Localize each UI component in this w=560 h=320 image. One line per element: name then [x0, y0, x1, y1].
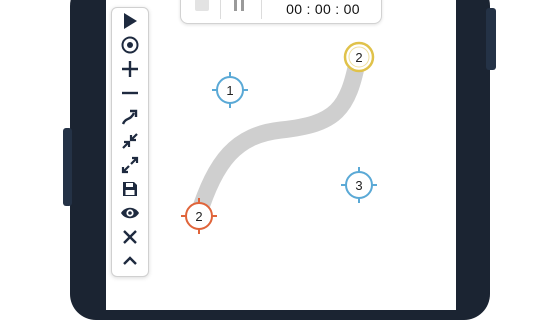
close-icon	[123, 230, 137, 244]
save-button[interactable]	[117, 179, 143, 199]
route-icon	[121, 109, 138, 125]
play-button[interactable]	[117, 11, 143, 31]
waypoint-label: 2	[195, 209, 202, 224]
play-icon	[124, 13, 137, 29]
waypoint-label: 3	[355, 178, 362, 193]
collapse-button[interactable]	[117, 131, 143, 151]
expand-icon	[121, 156, 139, 174]
waypoint-marker-3[interactable]: 3	[341, 167, 377, 203]
target-icon	[121, 36, 139, 54]
waypoint-label: 2	[355, 50, 362, 65]
phone-power-button	[486, 8, 496, 70]
phone-side-button	[63, 128, 72, 206]
waypoint-marker-1[interactable]: 1	[212, 72, 248, 108]
route-button[interactable]	[117, 107, 143, 127]
waypoint-marker-end[interactable]: 2	[343, 41, 375, 73]
expand-button[interactable]	[117, 155, 143, 175]
save-icon	[123, 182, 137, 196]
target-button[interactable]	[117, 35, 143, 55]
waypoint-marker-start[interactable]: 2	[181, 198, 217, 234]
view-button[interactable]	[117, 203, 143, 223]
collapse-toolbar-button[interactable]	[117, 251, 143, 271]
side-toolbar	[111, 7, 149, 277]
map-canvas[interactable]: 1 2 3 2	[106, 0, 456, 310]
zoom-out-button[interactable]	[117, 83, 143, 103]
collapse-icon	[122, 133, 138, 149]
eye-icon	[121, 207, 139, 219]
minus-icon	[122, 91, 138, 95]
plus-icon	[122, 61, 138, 77]
waypoint-label: 1	[226, 83, 233, 98]
close-button[interactable]	[117, 227, 143, 247]
zoom-in-button[interactable]	[117, 59, 143, 79]
chevron-up-icon	[123, 256, 137, 265]
app-screen: 00 : 00 : 00 1 2 3 2	[106, 0, 456, 310]
